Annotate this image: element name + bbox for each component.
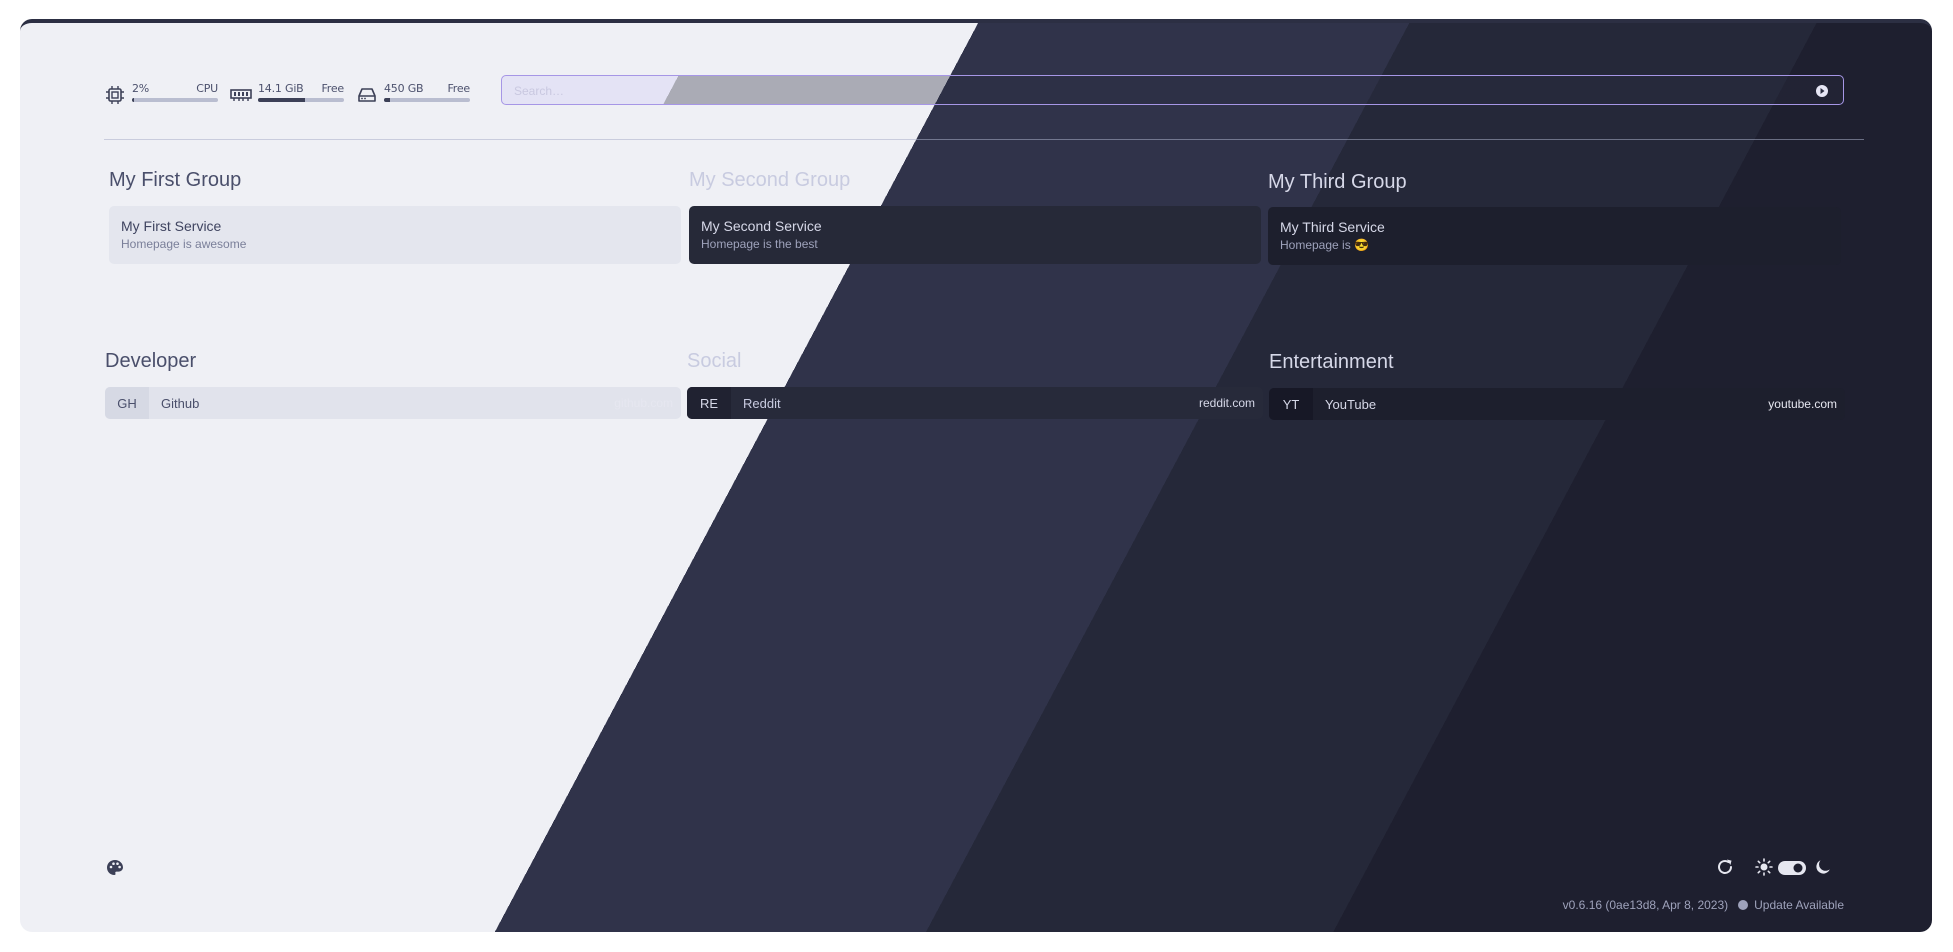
service-card[interactable]: My Second Service Homepage is the best — [689, 206, 1261, 264]
bookmark-href: reddit.com — [1198, 396, 1255, 410]
memory-widget: 14.1 GiB Free — [230, 82, 344, 106]
disk-label: Free — [447, 82, 470, 95]
bookmark-group-title: Social — [687, 350, 742, 372]
bookmark-href: youtube.com — [1768, 397, 1837, 411]
search-box[interactable] — [501, 75, 1844, 105]
service-description: Homepage is awesome — [121, 237, 247, 251]
cpu-icon — [104, 84, 126, 106]
cpu-label: CPU — [196, 82, 218, 95]
bookmark-abbr: RE — [687, 387, 731, 419]
resource-widgets: 2% CPU 14.1 GiB Free 450 GB Free — [104, 79, 482, 109]
bookmark-abbr: YT — [1269, 388, 1313, 420]
theme-toggle[interactable] — [1778, 860, 1806, 879]
update-available-link[interactable]: Update Available — [1754, 898, 1844, 912]
group-title: My First Group — [109, 169, 242, 191]
bookmark-group-title: Entertainment — [1269, 351, 1394, 373]
service-name: My Second Service — [701, 218, 822, 234]
memory-icon — [230, 84, 252, 106]
bookmark-group-title: Developer — [105, 350, 197, 372]
memory-usage-bar — [258, 98, 344, 102]
bookmark-name: Reddit — [743, 395, 781, 411]
homepage-dashboard: 2% CPU 14.1 GiB Free 450 GB Free Search…… — [20, 19, 1932, 932]
service-description: Homepage is the best — [701, 237, 818, 251]
cpu-widget: 2% CPU — [104, 82, 218, 106]
bookmark-abbr: GH — [105, 387, 149, 419]
header-divider — [104, 139, 1864, 140]
update-dot-icon — [1738, 900, 1749, 910]
service-card[interactable]: My First Service Homepage is awesome — [109, 206, 681, 264]
palette-icon[interactable] — [106, 859, 124, 881]
service-description: Homepage is 😎 — [1280, 238, 1369, 252]
memory-value: 14.1 GiB — [258, 82, 304, 95]
refresh-icon[interactable] — [1716, 858, 1734, 880]
bookmark-href: github.com — [614, 396, 673, 410]
search-provider-icon[interactable] — [1815, 83, 1829, 97]
bookmark-youtube[interactable]: YT YouTube youtube.com — [1269, 388, 1845, 420]
version-text: v0.6.16 (0ae13d8, Apr 8, 2023) — [1562, 898, 1729, 912]
cpu-usage-bar — [132, 98, 218, 102]
bookmark-name: YouTube — [1325, 396, 1377, 412]
bookmark-name: Github — [161, 395, 200, 411]
service-name: My First Service — [121, 218, 222, 234]
sun-icon[interactable] — [1755, 858, 1773, 880]
memory-label: Free — [321, 82, 344, 95]
moon-icon[interactable] — [1814, 858, 1832, 880]
disk-widget: 450 GB Free — [356, 82, 470, 106]
group-title: My Third Group — [1268, 171, 1407, 193]
group-title: My Second Group — [689, 169, 851, 191]
disk-icon — [356, 84, 378, 106]
disk-usage-bar — [384, 98, 470, 102]
disk-value: 450 GB — [384, 82, 424, 95]
bookmark-reddit[interactable]: RE Reddit reddit.com — [687, 387, 1263, 419]
bookmark-github[interactable]: GH Github github.com — [105, 387, 681, 419]
service-card[interactable]: My Third Service Homepage is 😎 — [1268, 207, 1841, 265]
service-name: My Third Service — [1280, 219, 1385, 235]
cpu-value: 2% — [132, 82, 150, 95]
version-info: v0.6.16 (0ae13d8, Apr 8, 2023) Update Av… — [1563, 898, 1844, 912]
search-input[interactable] — [512, 80, 1796, 102]
